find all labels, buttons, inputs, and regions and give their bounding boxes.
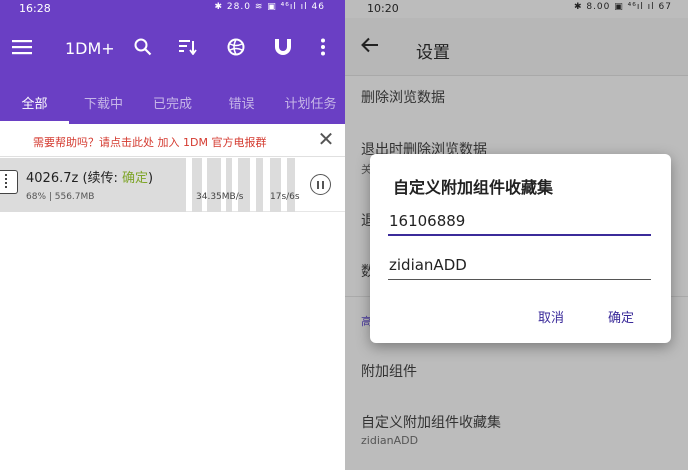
status-bar: 16:28 ✱ 28.0 ≋ ▣ ⁴⁶ıl ıl 46: [0, 0, 345, 18]
filter-tabs: 全部 下载中 已完成 错误 计划任务: [0, 80, 345, 124]
status-time: 16:28: [19, 2, 51, 15]
app-toolbar: 1DM+: [0, 18, 345, 80]
custom-addon-collection-dialog: 自定义附加组件收藏集 取消 确定: [370, 154, 671, 343]
collection-name-field[interactable]: [388, 254, 651, 280]
download-item[interactable]: 4026.7z (续传: 确定) 68% | 556.7MB 34.35MB/s…: [0, 158, 345, 212]
cancel-button[interactable]: 取消: [538, 307, 564, 326]
left-screen: 16:28 ✱ 28.0 ≋ ▣ ⁴⁶ıl ıl 46 1DM+ 全部 下载中 …: [0, 0, 345, 470]
tab-all[interactable]: 全部: [0, 80, 69, 124]
collection-owner-field[interactable]: [388, 210, 651, 236]
status-time-right: 10:20: [367, 2, 399, 15]
tab-scheduled[interactable]: 计划任务: [276, 80, 345, 124]
download-meta: 68% | 556.7MB: [26, 192, 95, 202]
download-status: 确定: [122, 171, 149, 186]
close-icon[interactable]: ✕: [316, 129, 336, 149]
dialog-title: 自定义附加组件收藏集: [393, 178, 554, 197]
setting-addons[interactable]: 附加组件: [361, 361, 417, 381]
download-speed: 34.35MB/s: [196, 192, 244, 202]
page-title: 设置: [416, 43, 450, 63]
search-icon[interactable]: [131, 35, 155, 59]
menu-icon[interactable]: [10, 35, 34, 59]
pause-icon[interactable]: [310, 174, 331, 195]
help-banner[interactable]: 需要帮助吗？请点击此处 加入 1DM 官方电报群 ✕: [0, 124, 345, 157]
download-segments: [170, 158, 300, 212]
settings-appbar: 设置: [345, 18, 688, 76]
status-icons-right: ✱ 8.00 ▣ ⁴⁶ıl ıl 67: [573, 2, 672, 12]
download-name: 4026.7z (续传: 确定): [26, 171, 154, 186]
more-icon[interactable]: [311, 35, 335, 59]
status-bar-right: 10:20 ✱ 8.00 ▣ ⁴⁶ıl ıl 67: [345, 0, 688, 18]
setting-custom-addon-collection-value: zidianADD: [361, 434, 419, 447]
status-icons: ✱ 28.0 ≋ ▣ ⁴⁶ıl ıl 46: [214, 2, 325, 12]
sort-icon[interactable]: [176, 35, 200, 59]
magnet-icon[interactable]: [271, 35, 295, 59]
download-eta: 17s/6s: [270, 192, 300, 202]
app-title: 1DM+: [65, 39, 115, 58]
help-banner-text[interactable]: 需要帮助吗？请点击此处 加入 1DM 官方电报群: [33, 134, 266, 150]
setting-clear-browsing-data[interactable]: 删除浏览数据: [361, 87, 445, 107]
archive-file-icon: [0, 170, 18, 194]
ok-button[interactable]: 确定: [608, 307, 634, 326]
tab-error[interactable]: 错误: [207, 80, 276, 124]
setting-custom-addon-collection[interactable]: 自定义附加组件收藏集: [361, 412, 501, 432]
tab-downloading[interactable]: 下载中: [69, 80, 138, 124]
back-arrow-icon[interactable]: [361, 36, 379, 56]
browser-icon[interactable]: [224, 35, 248, 59]
tab-completed[interactable]: 已完成: [138, 80, 207, 124]
